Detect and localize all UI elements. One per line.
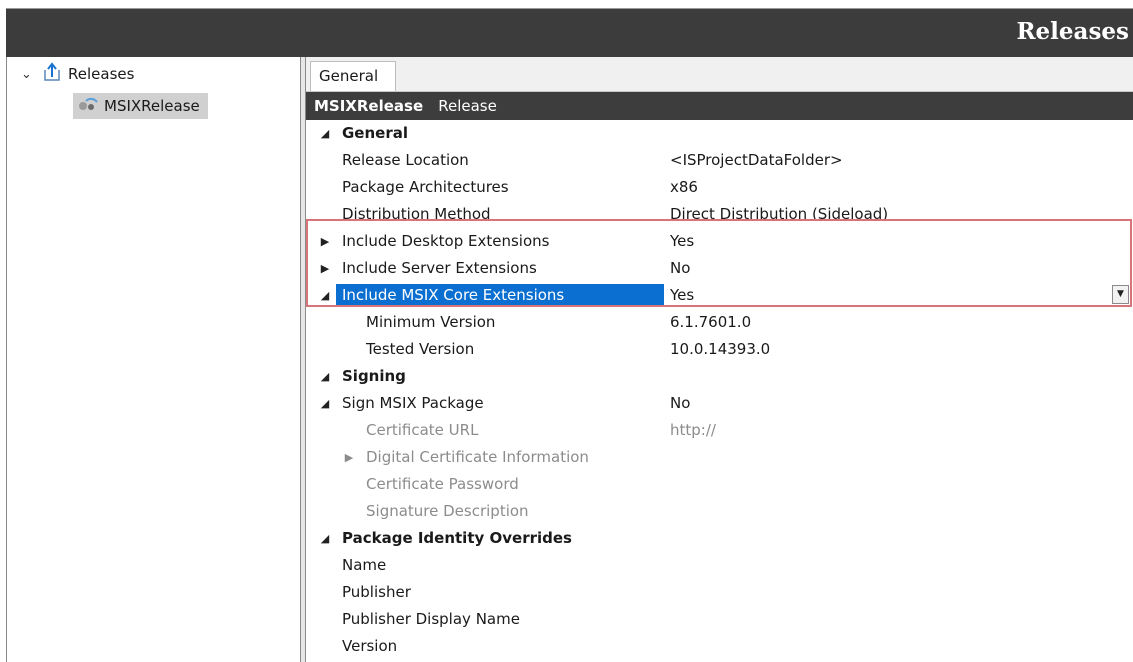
object-kind: Release	[438, 97, 497, 115]
property-value[interactable]: No	[670, 390, 690, 417]
tab-strip: General	[306, 57, 1133, 92]
property-row[interactable]: Signature Description	[306, 498, 1133, 525]
property-label: Include Server Extensions	[342, 259, 537, 277]
property-label: Package Architectures	[342, 178, 509, 196]
property-grid: ◢ General Release Location <ISProjectDataFo…	[306, 120, 1133, 660]
property-label: Include Desktop Extensions	[342, 232, 550, 250]
property-value[interactable]: x86	[670, 174, 698, 201]
object-name: MSIXRelease	[314, 97, 424, 115]
property-label: Signature Description	[366, 502, 529, 520]
property-label: Version	[342, 637, 398, 655]
object-header: MSIXRelease Release	[306, 92, 1133, 120]
property-label: Signing	[342, 367, 406, 385]
property-row[interactable]: Package Architectures x86	[306, 174, 1133, 201]
property-label: Sign MSIX Package	[342, 394, 484, 412]
property-label: Include MSIX Core Extensions	[342, 286, 565, 304]
property-value[interactable]: No	[670, 255, 690, 282]
tree-pane: ⌄ Releases MSIXRelease	[6, 57, 301, 662]
property-label: Publisher Display Name	[342, 610, 520, 628]
property-row[interactable]: Name	[306, 552, 1133, 579]
property-value[interactable]: <ISProjectDataFolder>	[670, 147, 843, 174]
property-label: Publisher	[342, 583, 411, 601]
property-label: Release Location	[342, 151, 469, 169]
property-label: Tested Version	[366, 340, 475, 358]
property-pane: General MSIXRelease Release ◢ General Rele…	[306, 57, 1133, 662]
title-bar: Releases	[6, 8, 1133, 58]
msix-release-icon	[77, 96, 99, 116]
property-row[interactable]: ▶ Digital Certificate Information	[306, 444, 1133, 471]
view-title: Releases	[1016, 18, 1129, 45]
property-row[interactable]: Minimum Version 6.1.7601.0	[306, 309, 1133, 336]
property-row[interactable]: ◢ Sign MSIX Package No	[306, 390, 1133, 417]
property-label: Package Identity Overrides	[342, 529, 572, 547]
release-upload-icon	[43, 62, 61, 86]
tree-label-msixrelease: MSIXRelease	[104, 97, 200, 115]
property-row[interactable]: Publisher	[306, 579, 1133, 606]
property-category[interactable]: ◢ General	[306, 120, 1133, 147]
property-row[interactable]: Version	[306, 633, 1133, 660]
property-row[interactable]: Publisher Display Name	[306, 606, 1133, 633]
expand-triangle-icon[interactable]: ▶	[318, 228, 332, 255]
property-label: Distribution Method	[342, 205, 491, 223]
property-value[interactable]: http://	[670, 417, 716, 444]
property-row[interactable]: ▶ Include Desktop Extensions Yes	[306, 228, 1133, 255]
tree-item-releases[interactable]: ⌄ Releases	[21, 61, 134, 87]
tree-item-msixrelease[interactable]: MSIXRelease	[73, 93, 208, 119]
chevron-down-icon[interactable]: ⌄	[21, 67, 35, 82]
dropdown-arrow-icon[interactable]: ▼	[1112, 285, 1129, 304]
property-category[interactable]: ◢ Package Identity Overrides	[306, 525, 1133, 552]
property-row[interactable]: ▶ Include Server Extensions No	[306, 255, 1133, 282]
property-value[interactable]: Direct Distribution (Sideload)	[670, 201, 888, 228]
property-label: Minimum Version	[366, 313, 496, 331]
property-label: Digital Certificate Information	[366, 448, 589, 466]
property-row[interactable]: Certificate URL http://	[306, 417, 1133, 444]
property-row[interactable]: Tested Version 10.0.14393.0	[306, 336, 1133, 363]
collapse-triangle-icon[interactable]: ◢	[318, 282, 332, 309]
property-label: Certificate URL	[366, 421, 479, 439]
property-value[interactable]: Yes	[670, 228, 694, 255]
collapse-triangle-icon[interactable]: ◢	[318, 525, 332, 552]
property-row[interactable]: Release Location <ISProjectDataFolder>	[306, 147, 1133, 174]
property-row[interactable]: Distribution Method Direct Distribution (…	[306, 201, 1133, 228]
property-row[interactable]: ◢ Include MSIX Core Extensions Yes ▼	[306, 282, 1133, 309]
property-label: General	[342, 124, 408, 142]
property-value[interactable]: 10.0.14393.0	[670, 336, 770, 363]
tab-general[interactable]: General	[310, 61, 396, 91]
property-value[interactable]: Yes	[670, 282, 694, 309]
collapse-triangle-icon[interactable]: ◢	[318, 390, 332, 417]
tree-label-releases: Releases	[68, 65, 135, 83]
property-label: Certificate Password	[366, 475, 519, 493]
collapse-triangle-icon[interactable]: ◢	[318, 363, 332, 390]
property-row[interactable]: Certificate Password	[306, 471, 1133, 498]
expand-triangle-icon[interactable]: ▶	[342, 444, 356, 471]
expand-triangle-icon[interactable]: ▶	[318, 255, 332, 282]
property-label: Name	[342, 556, 387, 574]
collapse-triangle-icon[interactable]: ◢	[318, 120, 332, 147]
property-category[interactable]: ◢ Signing	[306, 363, 1133, 390]
property-value[interactable]: 6.1.7601.0	[670, 309, 751, 336]
